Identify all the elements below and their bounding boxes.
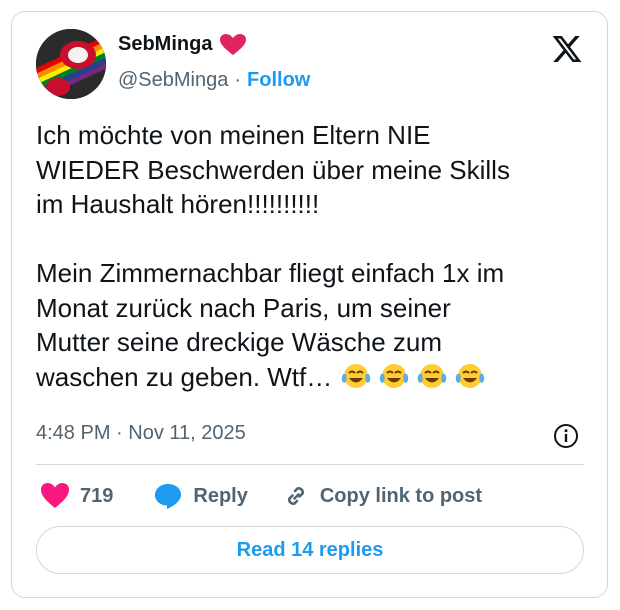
tweet-line: Mutter seine dreckige Wäsche zum	[36, 327, 443, 357]
x-logo-icon[interactable]	[551, 33, 583, 65]
author-name-row: SebMinga	[118, 33, 247, 56]
tweet-line: im Haushalt hören!!!!!!!!!!	[36, 189, 320, 219]
tweet-line-last: waschen zu geben. Wtf…	[36, 360, 591, 395]
read-replies-label: Read 14 replies	[236, 538, 384, 561]
divider	[36, 464, 584, 465]
tears-of-joy-icon	[341, 363, 371, 388]
tweet-line: Ich möchte von meinen Eltern NIE	[36, 120, 431, 150]
tweet-line: WIEDER Beschwerden über meine Skills	[36, 154, 510, 185]
heart-icon	[41, 483, 69, 508]
like-count: 719	[80, 484, 114, 507]
tweet-text: Ich möchte von meinen Eltern NIE WIEDER …	[36, 118, 591, 394]
tweet-line: waschen zu geben. Wtf…	[36, 361, 333, 392]
tweet-line: Monat zurück nach Paris, um seiner	[36, 292, 451, 323]
tears-of-joy-icon	[379, 363, 409, 388]
handle-row: @SebMinga · Follow	[118, 69, 310, 92]
red-heart-icon	[220, 33, 247, 55]
separator-dot: ·	[234, 69, 242, 91]
author-name[interactable]: SebMinga	[118, 33, 212, 56]
tears-of-joy-icon	[455, 363, 485, 388]
copy-link-label: Copy link to post	[319, 484, 483, 507]
author-handle[interactable]: @SebMinga	[118, 69, 228, 92]
reply-button[interactable]: Reply	[153, 482, 248, 510]
follow-button[interactable]: Follow	[247, 69, 310, 92]
action-bar: 719 Reply Copy link to post	[36, 480, 482, 512]
link-icon	[287, 487, 304, 505]
read-replies-button[interactable]: Read 14 replies	[36, 526, 584, 574]
reply-bubble-icon	[155, 484, 182, 509]
tweet-line: Mein Zimmernachbar fliegt einfach 1x im	[36, 258, 505, 288]
info-icon[interactable]	[553, 423, 579, 449]
copy-link-button[interactable]: Copy link to post	[282, 482, 482, 510]
tears-of-joy-icon	[417, 363, 447, 388]
reply-label: Reply	[193, 484, 248, 507]
avatar[interactable]	[36, 29, 106, 99]
emoji-group	[340, 362, 486, 392]
like-button[interactable]: 719	[40, 482, 113, 510]
timestamp[interactable]: 4:48 PM · Nov 11, 2025	[36, 422, 246, 445]
avatar-image	[36, 29, 106, 99]
